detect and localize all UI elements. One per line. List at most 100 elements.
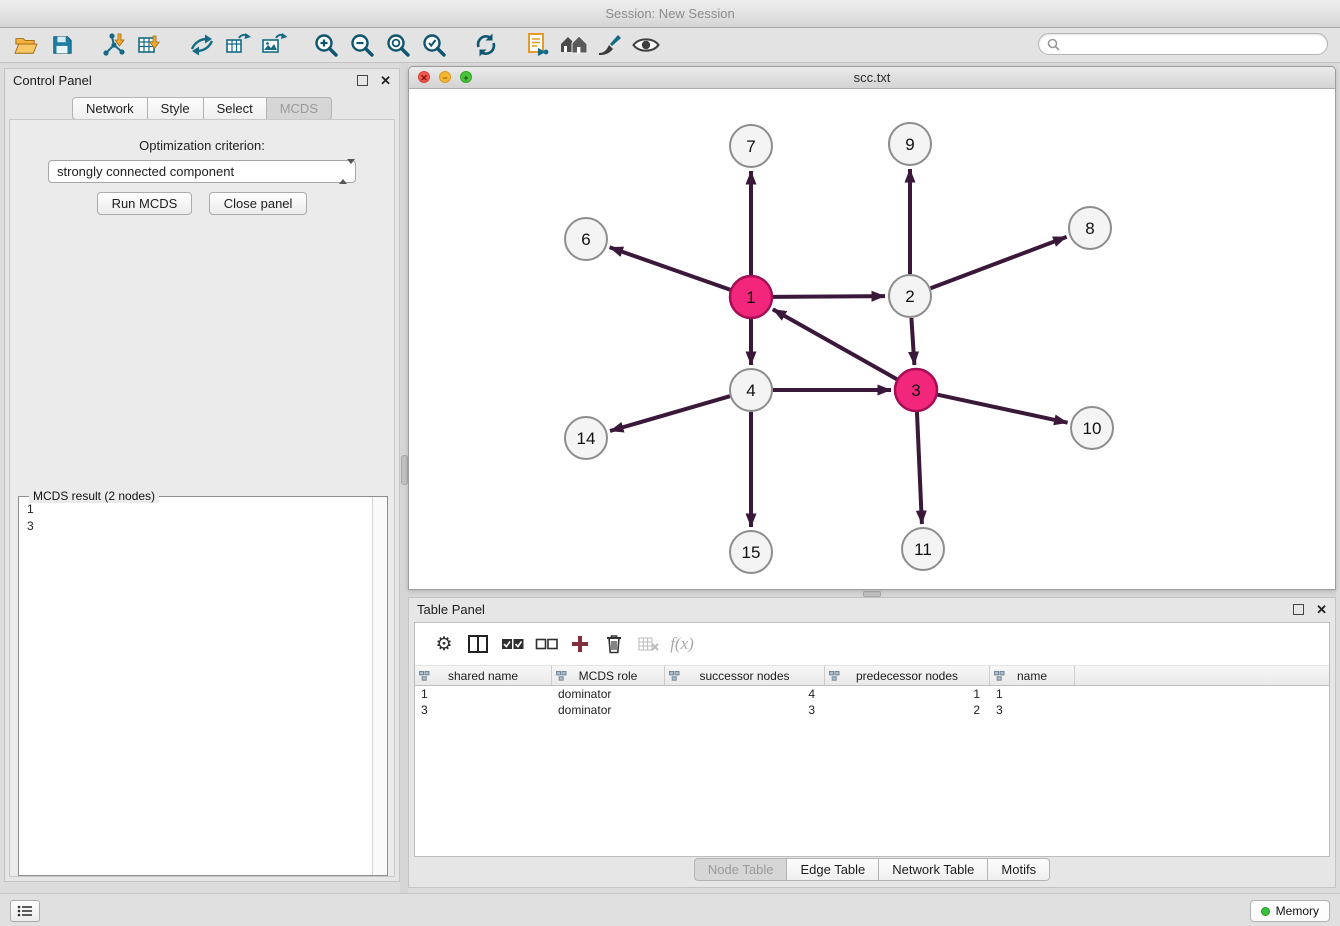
zoom-in-button[interactable] — [308, 30, 344, 60]
tab-style[interactable]: Style — [148, 97, 204, 120]
refresh-view-button[interactable] — [468, 30, 504, 60]
show-hide-button[interactable] — [628, 30, 664, 60]
tab-edge-table[interactable]: Edge Table — [787, 858, 879, 881]
paint-style-button[interactable] — [592, 30, 628, 60]
edge-1-2[interactable] — [773, 296, 885, 297]
network-canvas[interactable]: 7 9 6 8 1 2 4 3 14 10 15 11 — [409, 88, 1335, 589]
share-document-button[interactable] — [520, 30, 556, 60]
table-row[interactable]: 1dominator411 — [415, 686, 1329, 702]
deselect-all-button[interactable] — [529, 628, 563, 660]
delete-column-button[interactable] — [597, 628, 631, 660]
sort-icon — [669, 670, 680, 684]
export-table-button[interactable] — [220, 30, 256, 60]
float-panel-icon[interactable] — [357, 75, 368, 86]
edge-2-3[interactable] — [911, 318, 914, 365]
mcds-result-line: 3 — [19, 518, 371, 535]
graph-node-9[interactable]: 9 — [889, 123, 931, 165]
tab-network-table[interactable]: Network Table — [879, 858, 988, 881]
column-label: shared name — [448, 669, 518, 683]
mcds-result-list[interactable]: 13 — [19, 501, 371, 875]
window-titlebar: Session: New Session — [0, 0, 1340, 28]
tab-motifs[interactable]: Motifs — [988, 858, 1050, 881]
node-table-body: ⚙ f(x) shared name MCDS rolesuccessor nod… — [414, 622, 1330, 857]
function-builder-button[interactable]: f(x) — [665, 628, 699, 660]
select-all-button[interactable] — [495, 628, 529, 660]
search-input[interactable] — [1060, 36, 1314, 52]
edge-1-6[interactable] — [610, 247, 731, 289]
tab-mcds[interactable]: MCDS — [267, 97, 332, 120]
close-panel-icon[interactable]: ✕ — [1316, 603, 1327, 616]
float-panel-icon[interactable] — [1293, 604, 1304, 615]
zoom-fit-icon — [385, 32, 411, 58]
graph-node-2[interactable]: 2 — [889, 275, 931, 317]
table-row[interactable]: 3dominator323 — [415, 702, 1329, 718]
export-image-button[interactable] — [256, 30, 292, 60]
window-close-icon[interactable]: ✕ — [418, 71, 430, 83]
window-zoom-icon[interactable]: + — [460, 71, 472, 83]
graph-node-11[interactable]: 11 — [902, 528, 944, 570]
cell-shared-name: 1 — [415, 687, 552, 701]
control-panel-tabs: NetworkStyleSelectMCDS — [5, 97, 399, 120]
memory-button[interactable]: Memory — [1250, 900, 1330, 922]
table-panel-tabs: Node TableEdge TableNetwork TableMotifs — [694, 858, 1050, 881]
save-icon — [51, 34, 73, 56]
export-network-button[interactable] — [184, 30, 220, 60]
graph-node-1[interactable]: 1 — [730, 276, 772, 318]
import-network-button[interactable] — [96, 30, 132, 60]
task-history-button[interactable] — [10, 900, 40, 922]
graph-node-10[interactable]: 10 — [1071, 407, 1113, 449]
column-header-name[interactable]: name — [990, 666, 1075, 685]
memory-status-icon — [1261, 907, 1270, 916]
graph-node-6[interactable]: 6 — [565, 218, 607, 260]
zoom-out-button[interactable] — [344, 30, 380, 60]
zoom-out-icon — [349, 32, 375, 58]
document-share-icon — [526, 32, 550, 58]
home-button[interactable] — [556, 30, 592, 60]
criterion-select[interactable]: strongly connected component — [48, 160, 356, 183]
import-table-button[interactable] — [132, 30, 168, 60]
splitter-grip[interactable] — [401, 455, 408, 485]
graph-node-3[interactable]: 3 — [895, 369, 937, 411]
search-box[interactable] — [1038, 33, 1328, 55]
show-columns-button[interactable] — [461, 628, 495, 660]
edge-3-11[interactable] — [917, 412, 922, 524]
zoom-fit-button[interactable] — [380, 30, 416, 60]
criterion-selected-value: strongly connected component — [57, 164, 234, 179]
edge-4-14[interactable] — [610, 396, 730, 431]
import-network-icon — [101, 32, 127, 58]
column-header-shared-name[interactable]: shared name — [415, 666, 552, 685]
run-mcds-button[interactable]: Run MCDS — [97, 192, 193, 215]
edge-3-1[interactable] — [773, 309, 897, 379]
result-scrollbar[interactable] — [372, 497, 387, 875]
table-panel-header: Table Panel ✕ — [409, 598, 1335, 620]
column-header-mcds-role[interactable]: MCDS role — [552, 666, 665, 685]
tab-node-table[interactable]: Node Table — [694, 858, 788, 881]
save-session-button[interactable] — [44, 30, 80, 60]
select-chevrons-icon — [339, 164, 350, 180]
column-header-successor-nodes[interactable]: successor nodes — [665, 666, 825, 685]
graph-node-4[interactable]: 4 — [730, 369, 772, 411]
sort-icon — [829, 670, 840, 684]
window-minimize-icon[interactable]: − — [439, 71, 451, 83]
close-panel-button[interactable]: Close panel — [209, 192, 308, 215]
tab-network[interactable]: Network — [72, 97, 148, 120]
tab-select[interactable]: Select — [204, 97, 267, 120]
open-file-button[interactable] — [8, 30, 44, 60]
create-column-button[interactable] — [563, 628, 597, 660]
cell-mcds-role: dominator — [552, 703, 665, 717]
close-panel-icon[interactable]: ✕ — [380, 74, 391, 87]
table-settings-button[interactable]: ⚙ — [427, 628, 461, 660]
edge-2-8[interactable] — [931, 237, 1067, 288]
edge-3-10[interactable] — [938, 395, 1068, 423]
graph-node-14[interactable]: 14 — [565, 417, 607, 459]
network-window-titlebar[interactable]: ✕ − + scc.txt — [409, 67, 1335, 89]
graph-node-15[interactable]: 15 — [730, 531, 772, 573]
table-panel: Table Panel ✕ ⚙ f(x) — [408, 597, 1336, 888]
column-header-predecessor-nodes[interactable]: predecessor nodes — [825, 666, 990, 685]
vertical-splitter[interactable] — [400, 63, 408, 893]
graph-node-8[interactable]: 8 — [1069, 207, 1111, 249]
zoom-selected-button[interactable] — [416, 30, 452, 60]
delete-table-button[interactable] — [631, 628, 665, 660]
horizontal-splitter[interactable] — [408, 590, 1336, 597]
graph-node-7[interactable]: 7 — [730, 125, 772, 167]
